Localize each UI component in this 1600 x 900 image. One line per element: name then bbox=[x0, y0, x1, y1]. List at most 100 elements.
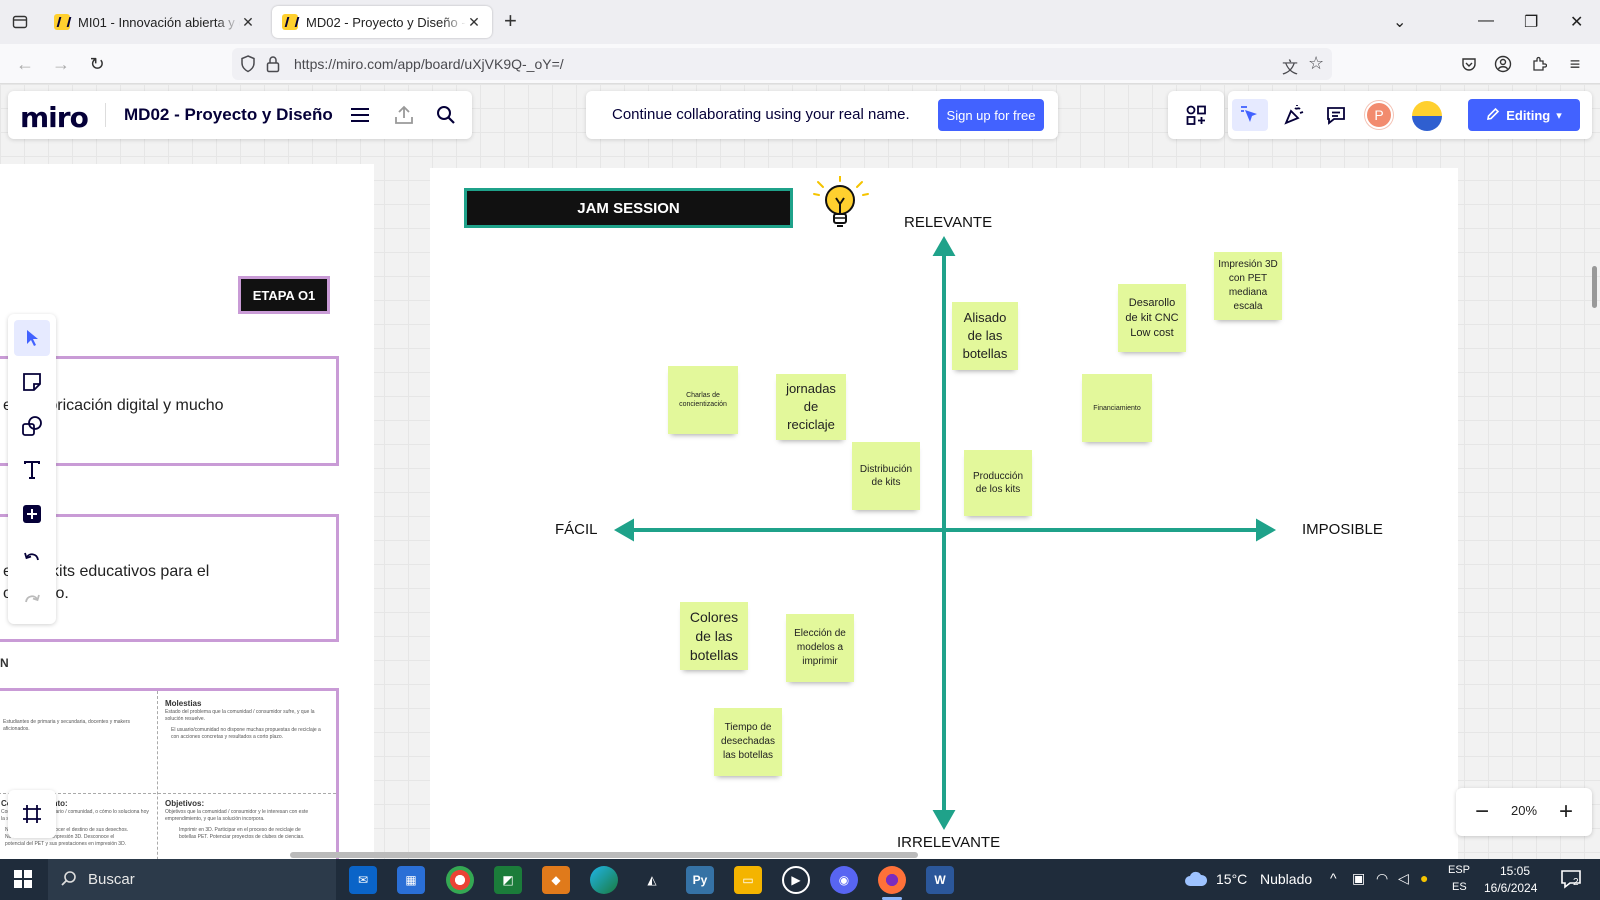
sticky-note[interactable]: Tiempo de desechadas las botellas bbox=[714, 708, 782, 776]
collab-message: Continue collaborating using your real n… bbox=[612, 106, 910, 123]
close-window-icon[interactable]: ✕ bbox=[1570, 12, 1583, 32]
zoom-out-icon[interactable]: − bbox=[1468, 798, 1496, 826]
sticky-note[interactable]: Charlas de concientización bbox=[668, 366, 738, 434]
volume-icon[interactable]: ◁ bbox=[1398, 870, 1409, 887]
notification-count[interactable]: 2 bbox=[1573, 877, 1579, 888]
search-placeholder: Buscar bbox=[88, 871, 135, 888]
select-tool-icon[interactable] bbox=[14, 320, 50, 356]
more-tools-plus-icon[interactable] bbox=[14, 496, 50, 532]
undo-icon[interactable] bbox=[14, 540, 50, 576]
redo-icon[interactable] bbox=[14, 582, 50, 618]
tray-camera-icon[interactable]: ▣ bbox=[1352, 870, 1365, 887]
sticky-note-tool-icon[interactable] bbox=[14, 364, 50, 400]
celebrate-icon[interactable] bbox=[1276, 99, 1312, 131]
shapes-tool-icon[interactable] bbox=[14, 408, 50, 444]
python-app-icon[interactable]: Py bbox=[686, 866, 714, 894]
input-language-bottom[interactable]: ES bbox=[1452, 881, 1467, 893]
zoom-control: − 20% + bbox=[1456, 788, 1592, 836]
reload-icon[interactable]: ↻ bbox=[86, 53, 108, 75]
clock-time[interactable]: 15:05 bbox=[1500, 864, 1530, 878]
extensions-icon[interactable] bbox=[1528, 53, 1550, 75]
address-bar[interactable]: https://miro.com/app/board/uXjVK9Q-_oY=/… bbox=[232, 48, 1332, 80]
comments-icon[interactable] bbox=[1318, 99, 1354, 131]
sign-up-button[interactable]: Sign up for free bbox=[938, 99, 1044, 131]
sticky-note[interactable]: Financiamiento bbox=[1082, 374, 1152, 442]
cube-app-icon[interactable]: ◆ bbox=[542, 866, 570, 894]
minimize-icon[interactable]: — bbox=[1478, 12, 1494, 30]
lock-icon[interactable] bbox=[266, 55, 280, 76]
close-tab-icon[interactable]: ✕ bbox=[466, 14, 482, 31]
text-tool-icon[interactable] bbox=[14, 452, 50, 488]
account-icon[interactable] bbox=[1492, 53, 1514, 75]
apps-shapes-icon[interactable] bbox=[1178, 99, 1214, 131]
spreadsheet-app-icon[interactable]: ◩ bbox=[494, 866, 522, 894]
restore-icon[interactable]: ❐ bbox=[1524, 12, 1538, 32]
main-menu-icon[interactable] bbox=[348, 103, 372, 127]
windows-start-icon[interactable] bbox=[14, 870, 32, 888]
input-language-top[interactable]: ESP bbox=[1448, 864, 1470, 876]
header-divider bbox=[105, 103, 106, 127]
tray-chevron-up-icon[interactable]: ^ bbox=[1330, 870, 1337, 886]
file-explorer-icon[interactable]: ▭ bbox=[734, 866, 762, 894]
weather-cloud-icon[interactable] bbox=[1184, 871, 1208, 890]
wifi-icon[interactable]: ◠ bbox=[1376, 870, 1388, 887]
new-tab-icon[interactable]: + bbox=[504, 10, 517, 32]
user-avatar[interactable] bbox=[1412, 101, 1442, 131]
sticky-note[interactable]: Producción de los kits bbox=[964, 450, 1032, 516]
sticky-note[interactable]: jornadas de reciclaje bbox=[776, 374, 846, 440]
back-icon[interactable]: ← bbox=[14, 53, 36, 75]
bookmark-star-icon[interactable]: ☆ bbox=[1308, 53, 1324, 74]
editing-mode-button[interactable]: Editing ▾ bbox=[1468, 99, 1580, 131]
clock-date[interactable]: 16/6/2024 bbox=[1484, 881, 1537, 895]
sticky-note[interactable]: Alisado de las botellas bbox=[952, 302, 1018, 370]
tracking-shield-icon[interactable] bbox=[240, 55, 256, 76]
miro-board-canvas[interactable]: ETAPA O1 er e fabricación digital y much… bbox=[0, 84, 1600, 859]
axis-label-relevante: RELEVANTE bbox=[904, 214, 993, 231]
weather-description[interactable]: Nublado bbox=[1260, 871, 1312, 887]
zoom-in-icon[interactable]: + bbox=[1552, 798, 1580, 826]
miro-logo[interactable]: miro bbox=[20, 101, 89, 134]
firefox-app-icon[interactable] bbox=[878, 866, 906, 900]
search-icon bbox=[60, 870, 78, 893]
axis-label-imposible: IMPOSIBLE bbox=[1302, 521, 1383, 538]
store-app-icon[interactable]: ▦ bbox=[397, 866, 425, 894]
inkscape-app-icon[interactable]: ◭ bbox=[638, 866, 666, 894]
translate-icon[interactable]: 文 bbox=[1282, 54, 1298, 78]
frames-panel-icon[interactable] bbox=[8, 790, 56, 838]
browser-tab-mi01[interactable]: MI01 - Innovación abierta y dist ✕ bbox=[44, 6, 266, 38]
discord-app-icon[interactable]: ◉ bbox=[830, 866, 858, 894]
zoom-level[interactable]: 20% bbox=[1508, 803, 1540, 818]
tray-app-icon[interactable]: ● bbox=[1420, 870, 1428, 886]
creation-toolbar bbox=[8, 314, 56, 624]
pocket-icon[interactable] bbox=[1458, 53, 1480, 75]
user-avatar-p[interactable]: P bbox=[1365, 101, 1393, 129]
chrome-app-icon[interactable] bbox=[446, 866, 474, 894]
collaboration-toolbar: P Editing ▾ bbox=[1228, 91, 1592, 139]
sticky-note[interactable]: Desarollo de kit CNC Low cost bbox=[1118, 284, 1186, 352]
horizontal-scrollbar[interactable] bbox=[290, 852, 918, 858]
forward-icon[interactable]: → bbox=[50, 53, 72, 75]
tab-title: MI01 - Innovación abierta y dist bbox=[78, 14, 240, 30]
sticky-note[interactable]: Elección de modelos a imprimir bbox=[786, 614, 854, 682]
board-title[interactable]: MD02 - Proyecto y Diseño bbox=[124, 105, 333, 125]
vertical-scrollbar[interactable] bbox=[1592, 266, 1597, 308]
mail-app-icon[interactable]: ✉ bbox=[349, 866, 377, 894]
sticky-note[interactable]: Distribución de kits bbox=[852, 442, 920, 510]
taskbar-search[interactable]: Buscar bbox=[48, 859, 336, 900]
menu-hamburger-icon[interactable]: ≡ bbox=[1564, 53, 1586, 75]
sticky-note[interactable]: Impresión 3D con PET mediana escala bbox=[1214, 252, 1282, 320]
word-app-icon[interactable]: W bbox=[926, 866, 954, 894]
weather-temperature[interactable]: 15°C bbox=[1216, 871, 1247, 887]
collab-banner: Continue collaborating using your real n… bbox=[586, 91, 1058, 139]
search-icon[interactable] bbox=[434, 103, 458, 127]
media-player-icon[interactable]: ▶ bbox=[782, 866, 810, 894]
tab-list-icon[interactable] bbox=[8, 10, 32, 34]
edge-app-icon[interactable] bbox=[590, 866, 618, 894]
export-upload-icon[interactable] bbox=[392, 103, 416, 127]
browser-tab-md02[interactable]: MD02 - Proyecto y Diseño - Mir ✕ bbox=[272, 6, 492, 38]
tab-overflow-chevron-icon[interactable]: ⌄ bbox=[1393, 12, 1406, 32]
url-text: https://miro.com/app/board/uXjVK9Q-_oY=/ bbox=[294, 56, 564, 72]
sticky-note[interactable]: Colores de las botellas bbox=[680, 602, 748, 670]
close-tab-icon[interactable]: ✕ bbox=[240, 14, 256, 31]
reactions-cursor-icon[interactable] bbox=[1232, 99, 1268, 131]
